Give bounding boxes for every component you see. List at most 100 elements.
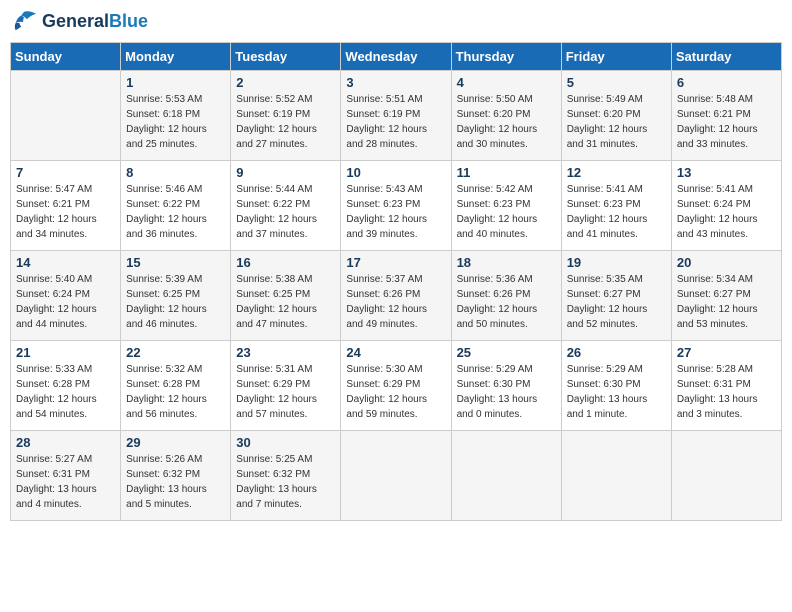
day-info: Sunrise: 5:27 AMSunset: 6:31 PMDaylight:… [16,452,115,512]
day-info: Sunrise: 5:32 AMSunset: 6:28 PMDaylight:… [126,362,225,422]
day-info: Sunrise: 5:30 AMSunset: 6:29 PMDaylight:… [346,362,445,422]
day-number: 3 [346,75,445,90]
day-number: 28 [16,435,115,450]
day-info: Sunrise: 5:42 AMSunset: 6:23 PMDaylight:… [457,182,556,242]
calendar-cell: 14 Sunrise: 5:40 AMSunset: 6:24 PMDayligh… [11,251,121,341]
calendar-cell [451,431,561,521]
day-info: Sunrise: 5:40 AMSunset: 6:24 PMDaylight:… [16,272,115,332]
day-info: Sunrise: 5:28 AMSunset: 6:31 PMDaylight:… [677,362,776,422]
day-info: Sunrise: 5:37 AMSunset: 6:26 PMDaylight:… [346,272,445,332]
logo-icon [10,10,38,34]
calendar-week-row: 21Sunrise: 5:33 AMSunset: 6:28 PMDayligh… [11,341,782,431]
calendar-table: SundayMondayTuesdayWednesdayThursdayFrid… [10,42,782,521]
calendar-cell: 5Sunrise: 5:49 AMSunset: 6:20 PMDaylight… [561,71,671,161]
calendar-week-row: 28 Sunrise: 5:27 AMSunset: 6:31 PMDayligh… [11,431,782,521]
calendar-cell: 8 Sunrise: 5:46 AMSunset: 6:22 PMDaylight… [121,161,231,251]
calendar-cell: 4 Sunrise: 5:50 AMSunset: 6:20 PMDaylight… [451,71,561,161]
calendar-cell: 29 Sunrise: 5:26 AMSunset: 6:32 PMDayligh… [121,431,231,521]
day-info: Sunrise: 5:47 AMSunset: 6:21 PMDaylight:… [16,182,115,242]
weekday-header-saturday: Saturday [671,43,781,71]
weekday-header-friday: Friday [561,43,671,71]
day-info: Sunrise: 5:29 AMSunset: 6:30 PMDaylight:… [567,362,666,422]
calendar-cell: 18 Sunrise: 5:36 AMSunset: 6:26 PMDayligh… [451,251,561,341]
day-number: 22 [126,345,225,360]
day-info: Sunrise: 5:46 AMSunset: 6:22 PMDaylight:… [126,182,225,242]
day-number: 12 [567,165,666,180]
day-number: 14 [16,255,115,270]
day-info: Sunrise: 5:25 AMSunset: 6:32 PMDaylight:… [236,452,335,512]
day-info: Sunrise: 5:29 AMSunset: 6:30 PMDaylight:… [457,362,556,422]
day-info: Sunrise: 5:53 AMSunset: 6:18 PMDaylight:… [126,92,225,152]
calendar-cell: 20Sunrise: 5:34 AMSunset: 6:27 PMDayligh… [671,251,781,341]
logo-text: GeneralBlue [42,12,148,32]
calendar-cell: 9 Sunrise: 5:44 AMSunset: 6:22 PMDaylight… [231,161,341,251]
day-number: 1 [126,75,225,90]
calendar-cell: 1 Sunrise: 5:53 AMSunset: 6:18 PMDaylight… [121,71,231,161]
day-info: Sunrise: 5:35 AMSunset: 6:27 PMDaylight:… [567,272,666,332]
calendar-cell: 25 Sunrise: 5:29 AMSunset: 6:30 PMDayligh… [451,341,561,431]
calendar-week-row: 14 Sunrise: 5:40 AMSunset: 6:24 PMDayligh… [11,251,782,341]
day-info: Sunrise: 5:48 AMSunset: 6:21 PMDaylight:… [677,92,776,152]
calendar-cell: 3 Sunrise: 5:51 AMSunset: 6:19 PMDaylight… [341,71,451,161]
weekday-header-thursday: Thursday [451,43,561,71]
day-number: 4 [457,75,556,90]
calendar-cell: 6 Sunrise: 5:48 AMSunset: 6:21 PMDaylight… [671,71,781,161]
calendar-cell [11,71,121,161]
calendar-cell: 21Sunrise: 5:33 AMSunset: 6:28 PMDayligh… [11,341,121,431]
day-info: Sunrise: 5:52 AMSunset: 6:19 PMDaylight:… [236,92,335,152]
day-info: Sunrise: 5:31 AMSunset: 6:29 PMDaylight:… [236,362,335,422]
day-number: 24 [346,345,445,360]
day-number: 10 [346,165,445,180]
day-info: Sunrise: 5:26 AMSunset: 6:32 PMDaylight:… [126,452,225,512]
calendar-cell: 27 Sunrise: 5:28 AMSunset: 6:31 PMDayligh… [671,341,781,431]
day-number: 13 [677,165,776,180]
weekday-header-wednesday: Wednesday [341,43,451,71]
day-info: Sunrise: 5:50 AMSunset: 6:20 PMDaylight:… [457,92,556,152]
day-info: Sunrise: 5:51 AMSunset: 6:19 PMDaylight:… [346,92,445,152]
day-number: 21 [16,345,115,360]
calendar-cell: 23 Sunrise: 5:31 AMSunset: 6:29 PMDayligh… [231,341,341,431]
day-number: 15 [126,255,225,270]
day-number: 25 [457,345,556,360]
calendar-cell: 30 Sunrise: 5:25 AMSunset: 6:32 PMDayligh… [231,431,341,521]
day-info: Sunrise: 5:44 AMSunset: 6:22 PMDaylight:… [236,182,335,242]
day-number: 8 [126,165,225,180]
day-number: 6 [677,75,776,90]
day-number: 19 [567,255,666,270]
day-number: 7 [16,165,115,180]
day-info: Sunrise: 5:43 AMSunset: 6:23 PMDaylight:… [346,182,445,242]
day-number: 11 [457,165,556,180]
calendar-cell: 2 Sunrise: 5:52 AMSunset: 6:19 PMDaylight… [231,71,341,161]
day-info: Sunrise: 5:36 AMSunset: 6:26 PMDaylight:… [457,272,556,332]
day-number: 23 [236,345,335,360]
calendar-cell [671,431,781,521]
weekday-header-monday: Monday [121,43,231,71]
day-number: 5 [567,75,666,90]
day-info: Sunrise: 5:41 AMSunset: 6:23 PMDaylight:… [567,182,666,242]
day-number: 18 [457,255,556,270]
weekday-header-sunday: Sunday [11,43,121,71]
day-number: 17 [346,255,445,270]
calendar-week-row: 1 Sunrise: 5:53 AMSunset: 6:18 PMDaylight… [11,71,782,161]
weekday-header-row: SundayMondayTuesdayWednesdayThursdayFrid… [11,43,782,71]
calendar-week-row: 7 Sunrise: 5:47 AMSunset: 6:21 PMDaylight… [11,161,782,251]
calendar-cell: 11 Sunrise: 5:42 AMSunset: 6:23 PMDayligh… [451,161,561,251]
calendar-cell: 16 Sunrise: 5:38 AMSunset: 6:25 PMDayligh… [231,251,341,341]
calendar-cell: 15Sunrise: 5:39 AMSunset: 6:25 PMDayligh… [121,251,231,341]
calendar-cell: 19 Sunrise: 5:35 AMSunset: 6:27 PMDayligh… [561,251,671,341]
calendar-cell [561,431,671,521]
day-number: 29 [126,435,225,450]
day-info: Sunrise: 5:38 AMSunset: 6:25 PMDaylight:… [236,272,335,332]
calendar-cell: 17 Sunrise: 5:37 AMSunset: 6:26 PMDayligh… [341,251,451,341]
day-number: 2 [236,75,335,90]
day-number: 30 [236,435,335,450]
day-number: 9 [236,165,335,180]
day-info: Sunrise: 5:41 AMSunset: 6:24 PMDaylight:… [677,182,776,242]
day-number: 16 [236,255,335,270]
calendar-cell [341,431,451,521]
day-number: 26 [567,345,666,360]
day-number: 27 [677,345,776,360]
calendar-cell: 10 Sunrise: 5:43 AMSunset: 6:23 PMDayligh… [341,161,451,251]
weekday-header-tuesday: Tuesday [231,43,341,71]
calendar-cell: 26 Sunrise: 5:29 AMSunset: 6:30 PMDayligh… [561,341,671,431]
